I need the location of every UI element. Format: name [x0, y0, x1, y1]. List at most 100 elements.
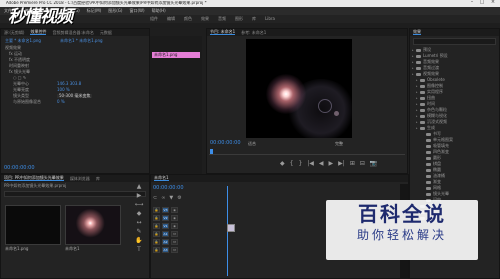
- effects-tree-label: 生成: [427, 125, 435, 130]
- track-target-button[interactable]: A2: [162, 239, 169, 245]
- sequence-thumbnail[interactable]: [65, 205, 121, 245]
- flare-center-value[interactable]: 146.3 303.8: [57, 82, 81, 86]
- folder-icon: [416, 48, 421, 52]
- effects-tree-label: 视频效果: [423, 71, 439, 76]
- effects-tree-label: 单元格图案: [433, 137, 453, 142]
- effect-row-time-remap[interactable]: 时间重映射: [9, 64, 29, 68]
- lock-icon[interactable]: 🔒: [153, 223, 160, 229]
- lens-type-select[interactable]: 50-300 毫米变焦: [57, 94, 93, 98]
- lock-icon[interactable]: 🔒: [153, 207, 160, 213]
- mask-tools[interactable]: ○ □ ✎: [13, 76, 26, 80]
- program-playhead[interactable]: [210, 149, 213, 154]
- mark-in-button[interactable]: {: [290, 161, 294, 167]
- timeline-tabs: 未命名1: [151, 175, 408, 182]
- lock-icon[interactable]: 🔒: [153, 215, 160, 221]
- track-header[interactable]: 🔒 A3 M: [153, 246, 223, 254]
- snap-icon[interactable]: ⊂: [153, 196, 157, 201]
- tab-project[interactable]: 项目: PR中如何添加镜头光晕效果: [4, 176, 64, 181]
- sequence-clip-label[interactable]: 未命名1 * 未命名1.png: [60, 39, 103, 43]
- flare-ring: [318, 99, 332, 113]
- add-marker-icon[interactable]: ▼: [169, 196, 173, 201]
- zoom-select[interactable]: 适合: [248, 142, 256, 146]
- add-marker-button[interactable]: ◆: [280, 161, 285, 167]
- close-icon[interactable]: ×: [489, 0, 497, 7]
- play-button[interactable]: ▶: [329, 161, 334, 167]
- effect-row-lens-flare[interactable]: fx 镜头光晕: [9, 70, 30, 74]
- eye-icon[interactable]: ◉: [171, 215, 178, 221]
- timeline-timecode[interactable]: 00:00:00:00: [153, 186, 184, 191]
- menu-window[interactable]: 窗口(W): [129, 9, 144, 13]
- export-frame-button[interactable]: 📷: [370, 161, 377, 167]
- master-clip-label[interactable]: 主要 * 未命名1.png: [5, 39, 60, 43]
- tab-libraries[interactable]: 库: [96, 176, 100, 181]
- track-target-button[interactable]: V1: [162, 223, 169, 229]
- project-item-name[interactable]: 未命名1.png: [5, 247, 28, 251]
- track-header[interactable]: 🔒 V2 ◉: [153, 214, 223, 222]
- type-tool-icon[interactable]: T: [134, 247, 144, 256]
- timeline-settings-icon[interactable]: ⚙: [177, 196, 181, 201]
- workspace-graphics[interactable]: 图形: [235, 17, 243, 21]
- program-timecode[interactable]: 00:00:00:00: [210, 141, 241, 146]
- tab-reference[interactable]: 参考: 未命名1: [241, 30, 266, 35]
- go-to-in-button[interactable]: |◀: [307, 161, 314, 167]
- minimize-icon[interactable]: –: [468, 0, 476, 7]
- step-back-button[interactable]: ◀: [319, 161, 324, 167]
- workspace-color[interactable]: 颜色: [184, 17, 192, 21]
- track-header[interactable]: 🔒 V3 ◉: [153, 206, 223, 214]
- tab-program[interactable]: 节目: 未命名1: [210, 30, 236, 35]
- maximize-icon[interactable]: □: [478, 0, 486, 7]
- effect-controls-timecode[interactable]: 00:00:00:00: [4, 166, 35, 171]
- effect-controls-clip-bar[interactable]: 未命名1.png: [152, 52, 200, 58]
- lift-button[interactable]: ⊞: [350, 161, 355, 167]
- folder-icon: [420, 108, 425, 112]
- track-target-button[interactable]: A1: [162, 231, 169, 237]
- workspace-libraries[interactable]: 库: [252, 17, 256, 21]
- tab-effects[interactable]: 效果: [413, 30, 421, 35]
- go-to-out-button[interactable]: ▶|: [338, 161, 345, 167]
- program-monitor-tabs: 节目: 未命名1 参考: 未命名1: [207, 29, 407, 36]
- program-video-frame[interactable]: [246, 39, 352, 138]
- mark-out-button[interactable]: }: [298, 161, 302, 167]
- eye-icon[interactable]: ◉: [171, 207, 178, 213]
- sequence-item-name[interactable]: 未命名1: [65, 247, 80, 251]
- track-header[interactable]: 🔒 V1 ◉: [153, 222, 223, 230]
- effects-tree-label: 吸管填充: [433, 143, 449, 148]
- track-target-button[interactable]: V3: [162, 207, 169, 213]
- effects-tree-label: Obsolete: [427, 77, 445, 82]
- extract-button[interactable]: ⊟: [360, 161, 365, 167]
- lock-icon[interactable]: 🔒: [153, 239, 160, 245]
- workspace-audio[interactable]: 音频: [218, 17, 226, 21]
- lock-icon[interactable]: 🔒: [153, 231, 160, 237]
- menu-help[interactable]: 帮助(H): [152, 9, 166, 13]
- flare-brightness-value[interactable]: 100 %: [57, 88, 70, 92]
- tab-sequence[interactable]: 未命名1: [154, 176, 169, 181]
- track-target-button[interactable]: V2: [162, 215, 169, 221]
- track-target-button[interactable]: A3: [162, 247, 169, 253]
- mute-icon[interactable]: M: [171, 239, 178, 245]
- project-item-thumbnail[interactable]: [5, 205, 61, 245]
- program-time-ruler[interactable]: [209, 150, 405, 155]
- watermark-slogan: 助你轻松解决: [356, 228, 447, 242]
- mute-icon[interactable]: M: [171, 231, 178, 237]
- lens-flare-center: [266, 74, 306, 114]
- track-header[interactable]: 🔒 A2 M: [153, 238, 223, 246]
- workspace-assembly[interactable]: 组件: [150, 17, 158, 21]
- workspace-libra[interactable]: Libra: [265, 17, 275, 21]
- blend-value[interactable]: 0 %: [57, 100, 65, 104]
- effects-tree-label: 镜头光晕: [433, 191, 449, 196]
- mute-icon[interactable]: M: [171, 247, 178, 253]
- resolution-select[interactable]: 完整: [335, 142, 343, 146]
- project-search-input[interactable]: [4, 191, 146, 197]
- effect-row-opacity[interactable]: fx 不透明度: [9, 58, 30, 62]
- timeline-clip[interactable]: [227, 224, 235, 232]
- tab-media-browser[interactable]: 媒体浏览器: [70, 176, 90, 181]
- watermark-logo-bottom: 百科全说 助你轻松解决: [326, 200, 478, 260]
- workspace-editing[interactable]: 编辑: [167, 17, 175, 21]
- linked-selection-icon[interactable]: ∞: [161, 196, 165, 201]
- workspace-effects[interactable]: 效果: [201, 17, 209, 21]
- lock-icon[interactable]: 🔒: [153, 247, 160, 253]
- eye-icon[interactable]: ◉: [171, 223, 178, 229]
- effects-search-input[interactable]: [413, 38, 496, 45]
- effect-row-motion[interactable]: fx 运动: [9, 52, 22, 56]
- track-header[interactable]: 🔒 A1 M: [153, 230, 223, 238]
